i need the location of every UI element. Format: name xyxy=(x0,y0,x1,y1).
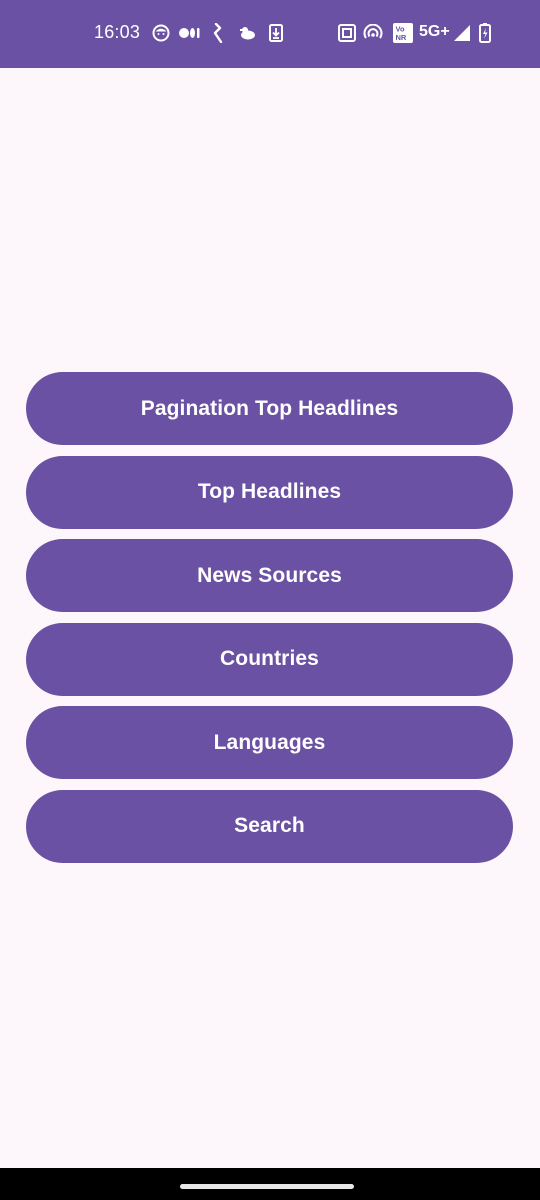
countries-button[interactable]: Countries xyxy=(26,622,513,696)
vonr-label-bottom: NR xyxy=(396,33,407,42)
status-bar: 16:03 Vo NR 5G+ xyxy=(0,0,540,68)
news-sources-button[interactable]: News Sources xyxy=(26,539,513,612)
hotspot-icon xyxy=(363,22,383,44)
main-menu: Pagination Top Headlines Top Headlines N… xyxy=(26,372,513,873)
home-indicator[interactable] xyxy=(180,1184,354,1189)
video-icon xyxy=(179,22,201,44)
search-button[interactable]: Search xyxy=(26,789,513,863)
notification-k-icon xyxy=(211,22,225,44)
battery-icon xyxy=(478,22,492,44)
network-5g-icon: 5G+ xyxy=(419,23,450,40)
top-headlines-button[interactable]: Top Headlines xyxy=(26,455,513,529)
pagination-top-headlines-button[interactable]: Pagination Top Headlines xyxy=(26,372,513,445)
bird-icon xyxy=(238,22,258,44)
languages-button[interactable]: Languages xyxy=(26,706,513,779)
download-icon xyxy=(268,22,284,44)
status-time: 16:03 xyxy=(94,22,141,42)
navigation-bar xyxy=(0,1168,540,1200)
vonr-icon: Vo NR xyxy=(393,22,413,44)
signal-icon xyxy=(452,22,472,44)
face-icon xyxy=(151,22,171,44)
nfc-icon xyxy=(338,22,356,44)
